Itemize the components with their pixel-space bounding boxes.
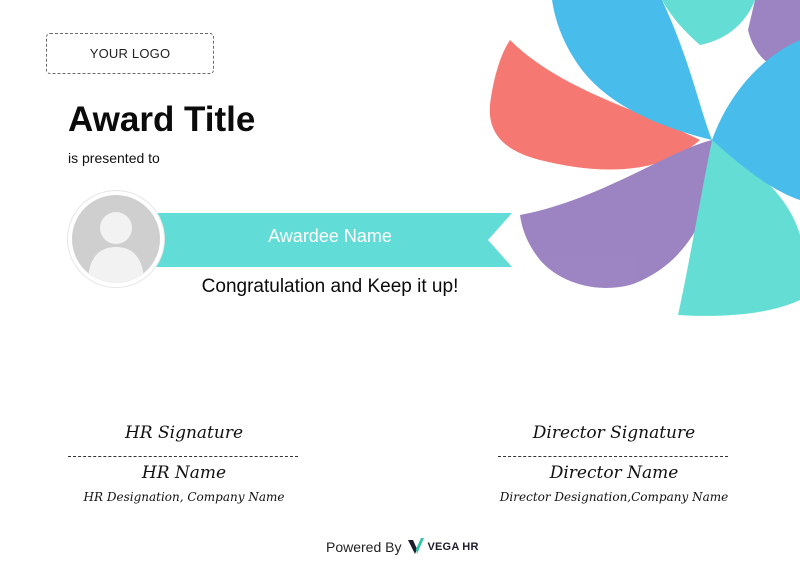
certificate: YOUR LOGO Award Title is presented to Aw… — [0, 0, 800, 569]
awardee-name: Awardee Name — [268, 226, 392, 246]
director-signature-line — [498, 456, 728, 457]
award-title: Award Title — [68, 100, 256, 139]
presented-to-text: is presented to — [68, 150, 160, 166]
director-name: Director Name — [549, 463, 679, 483]
director-signature-label: Director Signature — [532, 423, 696, 443]
powered-by: Powered By VEGA HR — [326, 537, 479, 557]
user-avatar-icon — [72, 195, 160, 283]
hr-signature-line — [68, 456, 298, 457]
brand-logo[interactable]: VEGA HR — [407, 537, 478, 557]
hr-name: HR Name — [141, 463, 227, 483]
powered-by-label: Powered By — [326, 539, 402, 555]
hr-designation: HR Designation, Company Name — [83, 490, 285, 504]
vega-hr-logo-icon — [408, 538, 425, 554]
congratulation-message: Congratulation and Keep it up! — [201, 276, 459, 297]
logo-placeholder: YOUR LOGO — [46, 33, 214, 74]
hr-signature-label: HR Signature — [124, 423, 244, 443]
brand-name: VEGA HR — [427, 541, 479, 553]
avatar — [68, 191, 164, 287]
director-designation: Director Designation,Company Name — [499, 490, 729, 504]
